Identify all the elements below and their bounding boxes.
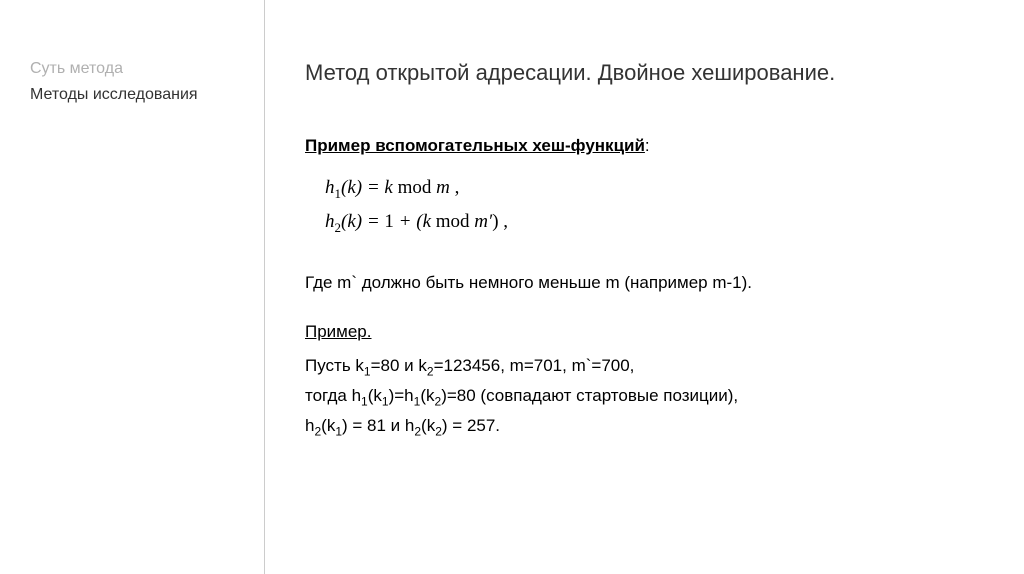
- example-block: Пример. Пусть k1=80 и k2=123456, m=701, …: [305, 318, 974, 441]
- formula-h2-plus: + (k: [394, 211, 431, 232]
- formula-h2-mod: mod: [431, 211, 474, 232]
- example-line-3: h2(k1) = 81 и h2(k2) = 257.: [305, 412, 974, 442]
- formula-h2-m: m′: [474, 211, 492, 232]
- txt: тогда h: [305, 386, 361, 405]
- sub: 1: [364, 365, 371, 379]
- txt: )=h: [389, 386, 414, 405]
- txt: )=80 (совпадают стартовые позиции),: [441, 386, 738, 405]
- formula-h1-end: ,: [450, 177, 460, 198]
- formula-h1-mod: mod: [393, 177, 436, 198]
- txt: ) = 257.: [442, 416, 500, 435]
- formula-h2-h: h: [325, 211, 335, 232]
- txt: =123456, m=701, m`=700,: [434, 356, 635, 375]
- txt: (k: [321, 416, 335, 435]
- section-header-colon: :: [645, 136, 650, 155]
- txt: ) = 81 и h: [342, 416, 414, 435]
- txt: =80 и k: [371, 356, 427, 375]
- formula-h1-h: h: [325, 177, 335, 198]
- note-text: Где m` должно быть немного меньше m (нап…: [305, 269, 974, 298]
- formula-h1: h1(k) = k mod m ,: [325, 171, 974, 205]
- sub: 1: [335, 424, 342, 438]
- formula-block: h1(k) = k mod m , h2(k) = 1 + (k mod m′)…: [325, 171, 974, 239]
- content-area: Метод открытой адресации. Двойное хеширо…: [265, 0, 1024, 574]
- sidebar-item-research-methods[interactable]: Методы исследования: [30, 86, 244, 104]
- sub: 2: [435, 424, 442, 438]
- sidebar: Суть метода Методы исследования: [0, 0, 265, 574]
- formula-h1-m: m: [436, 177, 450, 198]
- sub: 1: [361, 394, 368, 408]
- section-header-row: Пример вспомогательных хеш-функций:: [305, 136, 974, 156]
- formula-h2-one: 1: [384, 211, 394, 232]
- txt: (k: [421, 416, 435, 435]
- txt: Пусть k: [305, 356, 364, 375]
- txt: (k: [368, 386, 382, 405]
- formula-h2: h2(k) = 1 + (k mod m′) ,: [325, 205, 974, 239]
- example-label: Пример.: [305, 318, 974, 347]
- section-header: Пример вспомогательных хеш-функций: [305, 136, 645, 155]
- example-line-2: тогда h1(k1)=h1(k2)=80 (совпадают старто…: [305, 382, 974, 412]
- formula-h1-k: (k) = k: [341, 177, 393, 198]
- sub: 1: [382, 394, 389, 408]
- page-title: Метод открытой адресации. Двойное хеширо…: [305, 60, 974, 86]
- sidebar-item-method-essence[interactable]: Суть метода: [30, 60, 244, 78]
- example-line-1: Пусть k1=80 и k2=123456, m=701, m`=700,: [305, 352, 974, 382]
- formula-h2-end: ) ,: [492, 211, 508, 232]
- formula-h2-body: (k) =: [341, 211, 384, 232]
- txt: (k: [420, 386, 434, 405]
- sub: 2: [427, 365, 434, 379]
